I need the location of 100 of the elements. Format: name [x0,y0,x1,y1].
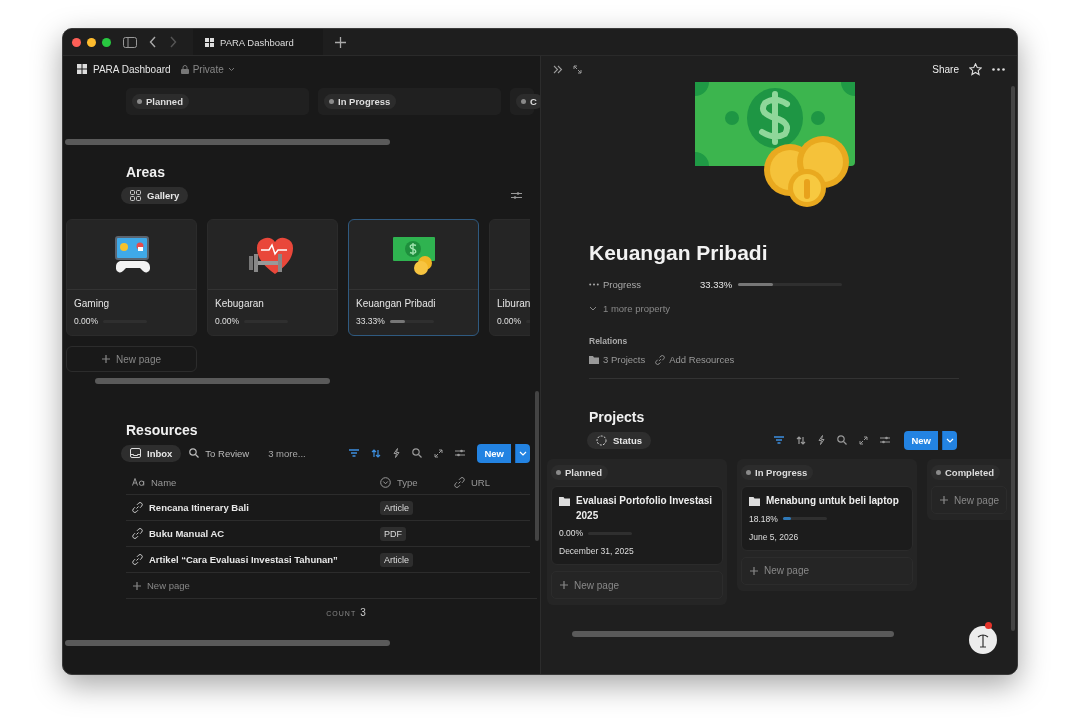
more-properties-toggle[interactable]: 1 more property [589,303,957,314]
text-type-icon [132,478,145,486]
progress-value: 0.00% [559,528,584,538]
progress-value: 0.00% [215,316,240,326]
gallery-card[interactable]: Keuangan Pribadi 33.33% [348,219,479,336]
new-button[interactable]: New [477,443,511,463]
filter-icon[interactable] [774,436,785,444]
filter-icon[interactable] [349,449,360,457]
plus-icon [750,566,758,575]
new-page-button[interactable]: New page [66,346,197,372]
plus-icon [560,581,568,589]
new-dropdown-button[interactable] [515,443,530,463]
new-button[interactable]: New [904,430,938,450]
page-title[interactable]: PARA Dashboard [93,63,171,75]
new-dropdown-button[interactable] [942,430,957,450]
sort-icon[interactable] [796,435,807,445]
progress-value: 33.33% [700,279,733,290]
project-card[interactable]: Menabung untuk beli laptop 18.18% June 5, 2026 [741,486,913,551]
browser-tab[interactable]: PARA Dashboard [193,29,323,55]
scrollbar[interactable] [95,378,330,384]
dots-icon [589,283,599,286]
scrollbar[interactable] [572,631,894,637]
close-button[interactable] [72,37,81,47]
lock-icon [180,64,189,74]
plus-icon [102,355,110,363]
column-header[interactable]: URL [454,476,530,488]
gallery-card[interactable]: Liburan 0.00% [489,219,530,336]
back-icon[interactable] [149,36,157,48]
scrollbar[interactable] [65,139,390,145]
notification-dot [985,622,992,629]
relation-link[interactable]: Add Resources [655,354,735,365]
card-title: Kebugaran [215,298,265,309]
sidebar-icon[interactable] [123,36,137,48]
status-tag: Planned [551,465,608,480]
page-title: Keuangan Pribadi [589,241,769,265]
scrollbar[interactable] [1011,86,1015,631]
project-card[interactable]: Evaluasi Portofolio Investasi 2025 0.00% December 31, 2025 [551,486,723,565]
chevron-down-icon [227,66,235,72]
double-chevron-icon[interactable] [553,64,563,74]
more-views-link[interactable]: 3 more... [268,447,306,459]
search-icon[interactable] [837,435,848,445]
link-icon [132,502,143,513]
new-page-button[interactable]: New page [931,486,1007,514]
expand-icon[interactable] [859,435,869,445]
type-tag: Article [380,552,413,567]
new-page-button[interactable]: New page [551,571,723,599]
folder-icon [749,497,760,506]
share-button[interactable]: Share [932,63,959,75]
table-cell[interactable]: Rencana Itinerary Bali [126,502,380,513]
new-page-button[interactable]: New page [741,556,913,585]
type-tag: Article [380,500,413,515]
view-tab[interactable]: Inbox [121,444,182,462]
help-figure-icon [975,631,991,649]
expand-icon[interactable] [434,448,444,458]
relation-link[interactable]: 3 Projects [589,354,646,365]
chevron-down-icon [946,437,954,443]
card-title: Liburan [497,298,530,309]
section-label: Relations [589,336,629,346]
section-heading: Resources [126,422,199,438]
column-header[interactable]: Type [380,476,454,488]
status-tag: Completed [931,465,1001,480]
progress-value: 0.00% [497,316,522,326]
search-icon[interactable] [412,448,423,458]
progress-value: 18.18% [749,513,778,524]
card-title: Keuangan Pribadi [356,298,437,309]
settings-icon[interactable] [511,190,522,200]
property-name[interactable]: Progress [589,279,700,290]
count-value: 3 [360,607,366,618]
sliders-icon[interactable] [455,449,466,457]
column-header[interactable]: Name [126,476,380,488]
status-tag: In Progress [324,94,397,109]
view-tab[interactable]: To Review [180,444,259,462]
table-cell[interactable]: Buku Manual AC [126,528,380,539]
more-icon[interactable] [992,67,1005,71]
minimize-button[interactable] [87,37,96,47]
due-date: June 5, 2026 [749,531,800,542]
grid-icon [77,64,87,74]
scrollbar[interactable] [65,640,390,646]
chevron-down-icon [589,306,597,311]
gallery-card[interactable]: Kebugaran 0.00% [207,219,338,336]
table-cell[interactable]: Artikel “Cara Evaluasi Investasi Tahunan” [126,554,380,565]
select-type-icon [380,476,391,488]
star-icon[interactable] [969,62,982,76]
sliders-icon[interactable] [880,436,891,444]
lightning-icon[interactable] [393,448,401,458]
view-tab[interactable]: Gallery [121,186,189,204]
card-title: Menabung untuk beli laptop [766,494,899,508]
lightning-icon[interactable] [818,435,826,445]
progress-value: 0.00% [74,316,99,326]
maximize-button[interactable] [102,37,111,47]
expand-icon[interactable] [573,64,582,74]
privacy-dropdown[interactable]: Private [180,63,235,75]
view-tab[interactable]: Status [587,431,652,449]
progress-value: 33.33% [356,316,385,326]
help-button[interactable] [969,626,997,654]
new-page-button[interactable]: New page [126,573,537,599]
new-tab-icon[interactable] [335,36,346,48]
dashed-circle-icon [596,434,607,446]
sort-icon[interactable] [371,448,382,458]
gallery-card[interactable]: Gaming 0.00% [66,219,197,336]
